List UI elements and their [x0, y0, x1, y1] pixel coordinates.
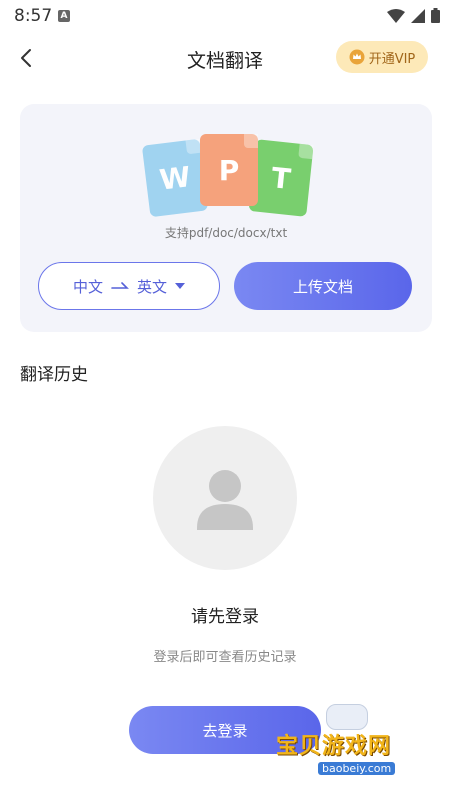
supported-formats-text: 支持pdf/doc/docx/txt	[164, 226, 288, 240]
vip-button[interactable]: 开通VIP	[336, 41, 428, 73]
wifi-icon	[387, 8, 405, 23]
signal-icon	[411, 8, 425, 23]
app-notification-icon: A	[58, 10, 70, 22]
source-language: 中文	[72, 277, 103, 296]
top-bar: 文档翻译 开通VIP	[0, 36, 450, 82]
vip-label: 开通VIP	[368, 51, 416, 67]
watermark-brand: 宝贝游戏网	[276, 734, 392, 759]
swap-arrow-icon	[111, 282, 129, 289]
user-icon	[197, 470, 253, 530]
site-watermark: 宝贝游戏网 baobeiy.com	[270, 700, 430, 790]
system-icons	[387, 8, 440, 23]
status-bar: 8:57 A	[0, 0, 450, 32]
target-language: 英文	[137, 277, 168, 296]
battery-icon	[431, 8, 440, 23]
login-prompt-hint: 登录后即可查看历史记录	[153, 650, 297, 665]
upload-document-button[interactable]: 上传文档	[234, 262, 412, 310]
login-prompt-title: 请先登录	[191, 607, 259, 627]
history-section-title: 翻译历史	[20, 365, 88, 385]
status-time: 8:57	[14, 6, 53, 26]
gamepad-icon	[326, 704, 368, 730]
watermark-url: baobeiy.com	[318, 762, 396, 775]
caret-down-icon	[175, 283, 186, 289]
file-type-illustration: W P T	[140, 128, 314, 218]
avatar-placeholder	[153, 426, 297, 570]
upload-card: W P T 支持pdf/doc/docx/txt 中文 英文 上传文档	[20, 104, 432, 332]
language-selector[interactable]: 中文 英文	[38, 262, 220, 310]
txt-file-icon: T	[248, 139, 314, 217]
word-file-icon: W	[141, 138, 209, 218]
ppt-file-icon: P	[200, 134, 258, 206]
crown-icon	[349, 49, 365, 65]
